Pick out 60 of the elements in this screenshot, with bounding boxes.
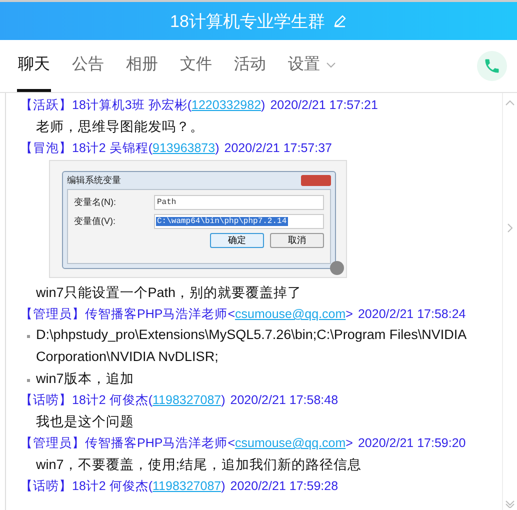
- member-level-tag: 【活跃】: [20, 98, 72, 112]
- message-time: 2020/2/21 17:59:20: [358, 436, 466, 450]
- message-text: 老师，思维导图能发吗？。: [35, 118, 205, 136]
- message-text: 我也是这个问题: [35, 413, 135, 431]
- bracket: <: [228, 307, 236, 321]
- sender-name: 18计算机3班 孙宏彬: [72, 98, 188, 112]
- sender-name: 传智播客PHP马浩洋老师: [85, 436, 228, 450]
- bracket: (: [148, 393, 153, 407]
- bracket: ): [261, 98, 266, 112]
- tab[interactable]: 设置: [287, 40, 337, 92]
- scroll-down-icon[interactable]: [505, 500, 515, 508]
- dialog-button: 取消: [270, 233, 324, 248]
- message-text: win7，不要覆盖，使用;结尾，追加我们新的路径信息: [35, 456, 363, 474]
- tab[interactable]: 相册: [125, 40, 159, 92]
- screenshot-image[interactable]: 编辑系统变量 变量名(N): Path 变量值(V): C:\wamp64\bin\php\php7.2.14 确定 取消: [49, 160, 347, 278]
- bracket: <: [228, 436, 236, 450]
- sender-name: 18计2 何俊杰: [72, 479, 148, 493]
- message-text: win7只能设置一个Path，别的就要覆盖掉了: [35, 284, 303, 302]
- member-level-tag: 【管理员】: [20, 307, 85, 321]
- close-button: [301, 175, 331, 186]
- tab[interactable]: 公告: [71, 40, 105, 92]
- bracket: >: [346, 307, 353, 321]
- field-label: 变量名(N):: [74, 196, 117, 209]
- message-time: 2020/2/21 17:59:28: [230, 479, 338, 493]
- message-time: 2020/2/21 17:58:48: [230, 393, 338, 407]
- dialog-title: 编辑系统变量: [67, 174, 121, 187]
- member-level-tag: 【管理员】: [20, 436, 85, 450]
- tab[interactable]: 聊天: [17, 40, 51, 92]
- message-time: 2020/2/21 17:58:24: [358, 307, 466, 321]
- tab[interactable]: 文件: [179, 40, 213, 92]
- field-label: 变量值(V):: [74, 215, 116, 228]
- message-time: 2020/2/21 17:57:37: [224, 141, 332, 155]
- scroll-up-icon[interactable]: [505, 99, 515, 106]
- message-text: D:\phpstudy_pro\Extensions\MySQL5.7.26\bin;C:\Program Files\NVIDIA Corporation\NVIDIA NvDLISR;: [36, 326, 468, 366]
- bracket: (: [148, 479, 153, 493]
- sender-name: 18计2 何俊杰: [72, 393, 148, 407]
- phone-button[interactable]: [477, 51, 507, 81]
- bracket: ): [215, 141, 220, 155]
- bracket: ): [221, 479, 226, 493]
- bullet-icon: [27, 379, 30, 382]
- sender-name: 传智播客PHP马浩洋老师: [85, 307, 228, 321]
- message-text: win7版本，追加: [36, 370, 135, 388]
- message-time: 2020/2/21 17:57:21: [270, 98, 378, 112]
- bullet-icon: [27, 335, 30, 338]
- member-level-tag: 【冒泡】: [20, 141, 72, 155]
- bracket: >: [346, 436, 353, 450]
- phone-icon: [483, 57, 501, 75]
- sender-name: 18计2 吴锦程: [72, 141, 148, 155]
- tab[interactable]: 活动: [233, 40, 267, 92]
- member-level-tag: 【话唠】: [20, 479, 72, 493]
- dialog-button: 确定: [210, 233, 264, 248]
- member-level-tag: 【话唠】: [20, 393, 72, 407]
- bracket: (: [187, 98, 192, 112]
- field-value: C:\wamp64\bin\php\php7.2.14: [156, 217, 288, 226]
- edit-icon[interactable]: [332, 14, 347, 28]
- bracket: (: [148, 141, 153, 155]
- bracket: ): [221, 393, 226, 407]
- window-title: 18计算机专业学生群: [170, 10, 325, 32]
- expand-right-icon[interactable]: [506, 223, 514, 233]
- field-value: Path: [156, 198, 178, 207]
